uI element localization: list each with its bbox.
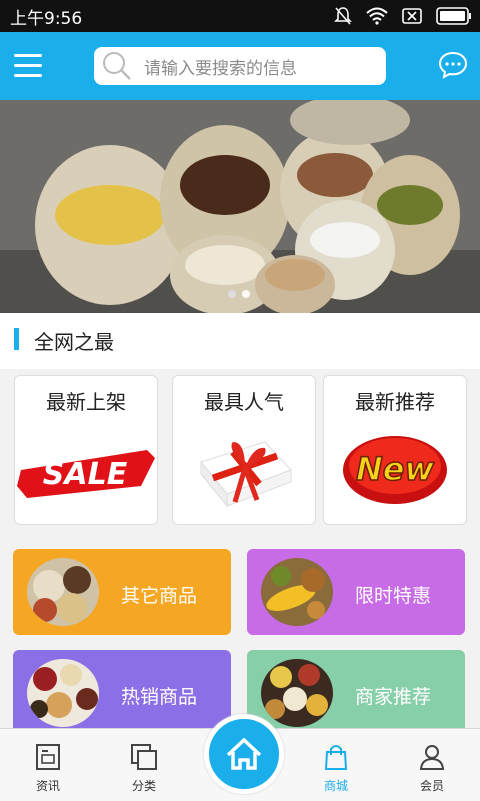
category-label: 限时特惠 (355, 585, 432, 607)
wifi-icon (366, 7, 388, 25)
sale-badge-icon: SALE (17, 450, 155, 498)
card-label: 最新推荐 (355, 390, 435, 414)
category-thumb-beans (27, 659, 99, 727)
nav-categories[interactable]: 分类 (96, 729, 192, 801)
card-label: 最具人气 (204, 390, 284, 414)
new-badge-icon: New (343, 436, 447, 504)
promo-banner[interactable] (0, 100, 480, 313)
category-label: 其它商品 (121, 585, 198, 607)
user-icon (419, 745, 445, 770)
gift-box-icon (200, 441, 292, 508)
home-icon (226, 737, 262, 770)
feature-cards: 最新上架 SALE 最具人气 最新推荐 New (0, 369, 480, 535)
message-icon[interactable] (438, 50, 468, 80)
mute-icon (334, 7, 352, 25)
category-label: 商家推荐 (355, 686, 432, 708)
search-icon (103, 52, 131, 80)
pager-dot-active[interactable] (242, 290, 250, 298)
banner-image-grain-sacks (0, 100, 480, 313)
sale-badge-text: SALE (43, 457, 128, 492)
category-merchant-picks[interactable]: 商家推荐 (247, 650, 465, 736)
home-button[interactable] (204, 714, 284, 794)
nav-label: 资讯 (35, 779, 60, 793)
category-thumb-grain-bowls (261, 659, 333, 727)
app-bar: 请输入要搜索的信息 (0, 32, 480, 100)
categories-icon (131, 744, 157, 770)
category-other-products[interactable]: 其它商品 (13, 549, 231, 635)
status-time: 上午9:56 (10, 8, 83, 29)
section-accent-bar (14, 328, 19, 350)
section-header: 全网之最 (0, 313, 480, 369)
status-bar: 上午9:56 (0, 0, 480, 32)
category-hot-sales[interactable]: 热销商品 (13, 650, 231, 736)
nav-mall[interactable]: 商城 (288, 729, 384, 801)
nav-news[interactable]: 资讯 (0, 729, 96, 801)
search-input[interactable]: 请输入要搜索的信息 (94, 47, 386, 85)
category-flash-deals[interactable]: 限时特惠 (247, 549, 465, 635)
news-icon (36, 744, 60, 770)
card-popular[interactable]: 最具人气 (172, 375, 316, 525)
nav-label: 会员 (419, 779, 444, 793)
category-label: 热销商品 (121, 686, 198, 708)
card-newest[interactable]: 最新上架 SALE (14, 375, 158, 525)
pager-dot[interactable] (228, 290, 236, 298)
sim-off-icon (402, 8, 422, 24)
shopping-bag-icon (324, 745, 348, 770)
banner-pager (228, 290, 250, 298)
nav-member[interactable]: 会员 (384, 729, 480, 801)
category-thumb-grains (27, 558, 99, 626)
menu-icon[interactable] (14, 54, 42, 78)
section-title: 全网之最 (34, 330, 114, 354)
search-placeholder: 请输入要搜索的信息 (144, 58, 297, 79)
card-recommended[interactable]: 最新推荐 New (323, 375, 467, 525)
status-icons (334, 6, 472, 26)
nav-label-active: 商城 (323, 779, 348, 793)
category-thumb-corn (261, 558, 333, 626)
card-label: 最新上架 (46, 390, 126, 414)
new-badge-text: New (356, 450, 434, 488)
nav-label: 分类 (131, 779, 156, 793)
battery-icon (436, 7, 471, 25)
